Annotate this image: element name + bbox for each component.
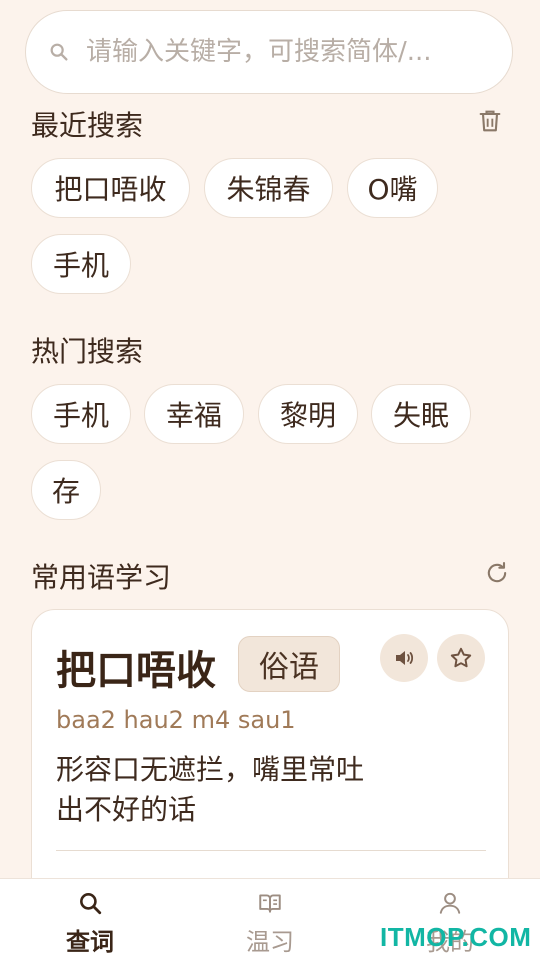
phrase-pronunciation: baa2 hau2 m4 sau1: [56, 706, 296, 734]
hot-chip[interactable]: 失眠: [371, 384, 471, 444]
speaker-icon: [396, 651, 414, 665]
recent-search-title: 最近搜索: [31, 109, 144, 142]
search-icon: [50, 43, 68, 61]
card-divider: [56, 850, 486, 851]
phrase-meaning: 形容口无遮拦，嘴里常吐出不好的话: [56, 753, 365, 826]
book-icon: [259, 894, 281, 913]
nav-label: 温习: [246, 928, 294, 956]
nav-tab-review[interactable]: 温习: [180, 879, 360, 960]
hot-chip[interactable]: 黎明: [258, 384, 358, 444]
hot-chip[interactable]: 手机: [31, 384, 131, 444]
refresh-icon[interactable]: [483, 559, 511, 587]
phrase-word: 把口唔收: [56, 648, 216, 694]
favorite-button[interactable]: [437, 634, 485, 682]
recent-chip[interactable]: O嘴: [347, 158, 438, 218]
star-icon: [450, 647, 472, 668]
search-bar[interactable]: [25, 10, 513, 94]
dictionary-search-screen: 最近搜索 把口唔收 朱锦春 O嘴 手机 热门搜索 手机 幸福 黎明 失眠 存 常…: [0, 0, 540, 960]
nav-tab-lookup[interactable]: 查词: [0, 879, 180, 960]
recent-chip[interactable]: 朱锦春: [204, 158, 333, 218]
nav-label: 查词: [66, 928, 114, 956]
play-audio-button[interactable]: [380, 634, 428, 682]
search-icon: [80, 893, 102, 915]
phrase-category-tag: 俗语: [238, 636, 340, 692]
hot-chip[interactable]: 幸福: [144, 384, 244, 444]
phrase-learning-title: 常用语学习: [31, 561, 172, 594]
hot-search-title: 热门搜索: [31, 335, 144, 368]
trash-icon[interactable]: [476, 107, 504, 135]
watermark-logo: ITMOP.COM: [380, 922, 532, 952]
recent-chip[interactable]: 把口唔收: [31, 158, 190, 218]
recent-chip[interactable]: 手机: [31, 234, 131, 294]
person-icon: [439, 892, 461, 914]
search-input[interactable]: [84, 36, 488, 68]
hot-chip[interactable]: 存: [31, 460, 101, 520]
